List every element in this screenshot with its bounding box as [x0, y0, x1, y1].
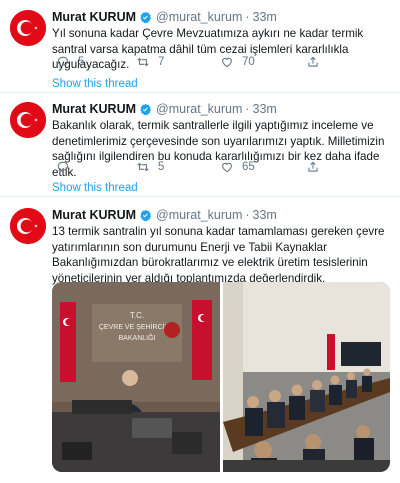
meeting-photo-2[interactable]	[223, 282, 390, 472]
share-icon	[308, 56, 318, 67]
divider	[0, 196, 400, 197]
tweet-1[interactable]: Murat KURUM @murat_kurum · 33m Yıl sonun…	[0, 8, 400, 92]
tweet-header: Murat KURUM @murat_kurum · 33m	[52, 8, 277, 26]
reply-button[interactable]: 5	[56, 55, 84, 69]
tweet-text: 13 termik santralin yıl sonuna kadar tam…	[52, 225, 385, 285]
share-button[interactable]	[306, 160, 320, 174]
retweet-button[interactable]: 7	[136, 55, 164, 69]
retweet-icon	[137, 162, 149, 172]
share-button[interactable]	[306, 55, 320, 69]
verified-badge-icon	[140, 11, 152, 23]
tweet-actions: 5 65	[52, 160, 352, 176]
author-name[interactable]: Murat KURUM	[52, 10, 136, 24]
author-name[interactable]: Murat KURUM	[52, 208, 136, 222]
avatar[interactable]	[10, 208, 46, 244]
reply-icon	[57, 161, 69, 173]
verified-badge-icon	[140, 209, 152, 221]
timestamp[interactable]: 33m	[253, 102, 277, 116]
like-count: 65	[242, 161, 255, 173]
show-thread-link[interactable]: Show this thread	[52, 182, 138, 194]
like-icon	[222, 162, 232, 173]
tweet-actions: 5 7 70	[52, 55, 352, 71]
retweet-button[interactable]: 5	[136, 160, 164, 174]
separator: ·	[245, 102, 250, 116]
separator: ·	[245, 208, 250, 222]
retweet-count: 7	[158, 56, 165, 68]
sign-line-2: ÇEVRE VE ŞEHİRCİLİK	[99, 322, 176, 331]
like-button[interactable]: 65	[220, 160, 255, 174]
author-handle[interactable]: @murat_kurum	[156, 10, 242, 24]
avatar[interactable]	[10, 102, 46, 138]
tweet-3[interactable]: Murat KURUM @murat_kurum · 33m 13 termik…	[0, 206, 400, 483]
author-handle[interactable]: @murat_kurum	[156, 208, 242, 222]
meeting-photo-1[interactable]: T.C. ÇEVRE VE ŞEHİRCİLİK BAKANLIĞI	[52, 282, 220, 472]
verified-badge-icon	[140, 103, 152, 115]
like-button[interactable]: 70	[220, 55, 255, 69]
share-icon	[308, 161, 318, 172]
retweet-count: 5	[158, 161, 165, 173]
divider	[0, 92, 400, 93]
author-name[interactable]: Murat KURUM	[52, 102, 136, 116]
like-icon	[222, 57, 232, 68]
show-thread-link[interactable]: Show this thread	[52, 78, 138, 90]
author-handle[interactable]: @murat_kurum	[156, 102, 242, 116]
reply-icon	[57, 56, 69, 68]
like-count: 70	[242, 56, 255, 68]
turkish-flag-icon	[10, 10, 46, 46]
turkish-flag-icon	[10, 102, 46, 138]
retweet-icon	[137, 57, 149, 67]
tweet-header: Murat KURUM @murat_kurum · 33m	[52, 206, 277, 224]
reply-count: 5	[78, 56, 85, 68]
tweet-header: Murat KURUM @murat_kurum · 33m	[52, 100, 277, 118]
sign-line-3: BAKANLIĞI	[119, 333, 156, 342]
timestamp[interactable]: 33m	[253, 10, 277, 24]
tweet-media[interactable]: T.C. ÇEVRE VE ŞEHİRCİLİK BAKANLIĞI	[52, 282, 390, 472]
avatar[interactable]	[10, 10, 46, 46]
sign-line-1: T.C.	[130, 311, 144, 320]
reply-button[interactable]	[56, 160, 78, 174]
separator: ·	[245, 10, 250, 24]
turkish-flag-icon	[10, 208, 46, 244]
tweet-2[interactable]: Murat KURUM @murat_kurum · 33m Bakanlık …	[0, 100, 400, 196]
timestamp[interactable]: 33m	[253, 208, 277, 222]
